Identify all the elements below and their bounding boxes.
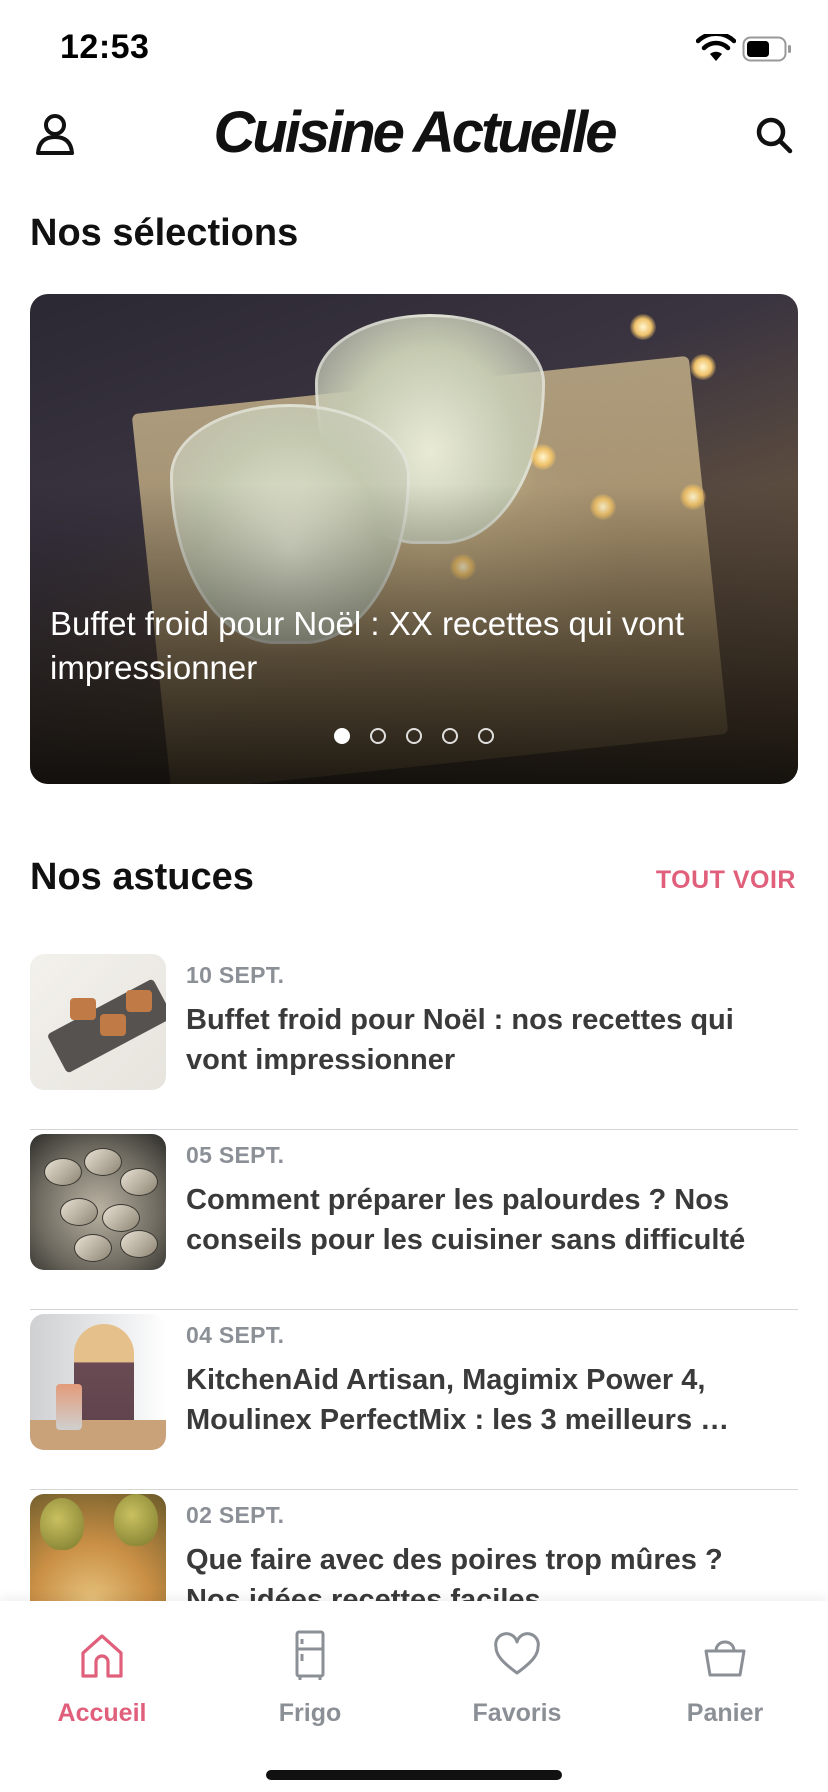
search-icon[interactable] — [752, 113, 796, 157]
status-bar: 12:53 — [0, 0, 828, 100]
app-header: Cuisine Actuelle — [0, 95, 828, 175]
hero-caption: Buffet froid pour Noël : XX recettes qui… — [50, 605, 685, 686]
pager-dot[interactable] — [406, 728, 422, 744]
tip-title: Comment préparer les palourdes ? Nos con… — [186, 1184, 746, 1256]
tip-thumbnail — [30, 1134, 166, 1270]
tab-label: Accueil — [57, 1699, 147, 1727]
fridge-icon — [295, 1630, 325, 1680]
hero-image-light — [530, 444, 556, 470]
tip-date: 02 SEPT. — [186, 1502, 285, 1528]
tips-title: Nos astuces — [30, 856, 254, 898]
pager-dot[interactable] — [442, 728, 458, 744]
tips-list: 10 SEPT. Buffet froid pour Noël : nos re… — [30, 950, 798, 1670]
hero-carousel-card[interactable]: Buffet froid pour Noël : XX recettes qui… — [30, 294, 798, 784]
tip-date: 05 SEPT. — [186, 1142, 285, 1168]
tab-label: Frigo — [278, 1699, 342, 1727]
tip-thumbnail — [30, 1314, 166, 1450]
list-item[interactable]: 10 SEPT. Buffet froid pour Noël : nos re… — [30, 950, 798, 1130]
carousel-pager[interactable] — [30, 728, 798, 744]
tab-favoris[interactable]: Favoris — [437, 1629, 597, 1728]
tab-panier[interactable]: Panier — [645, 1629, 805, 1728]
hero-image-light — [690, 354, 716, 380]
home-icon — [81, 1634, 123, 1678]
heart-icon — [494, 1632, 540, 1675]
tab-accueil[interactable]: Accueil — [22, 1629, 182, 1728]
home-indicator — [266, 1770, 562, 1780]
battery-icon — [742, 36, 791, 62]
see-all-link[interactable]: TOUT VOIR — [656, 866, 796, 895]
tip-date: 04 SEPT. — [186, 1322, 285, 1348]
bottom-tab-bar: Accueil Frigo Favoris Panier — [0, 1601, 828, 1792]
tab-frigo[interactable]: Frigo — [230, 1629, 390, 1728]
tab-label: Panier — [686, 1699, 764, 1727]
tip-date: 10 SEPT. — [186, 962, 285, 988]
wifi-icon — [696, 34, 736, 61]
tip-thumbnail — [30, 954, 166, 1090]
tip-title: Buffet froid pour Noël : nos recettes qu… — [186, 1004, 734, 1076]
pager-dot[interactable] — [334, 728, 350, 744]
list-item[interactable]: 05 SEPT. Comment préparer les palourdes … — [30, 1130, 798, 1310]
selections-title: Nos sélections — [30, 212, 299, 254]
tip-title: KitchenAid Artisan, Magimix Power 4, Mou… — [186, 1364, 746, 1436]
tab-label: Favoris — [472, 1699, 562, 1727]
basket-icon — [704, 1640, 746, 1677]
pager-dot[interactable] — [478, 728, 494, 744]
pager-dot[interactable] — [370, 728, 386, 744]
brand-logo: Cuisine Actuelle — [213, 100, 617, 165]
hero-image-light — [630, 314, 656, 340]
status-time: 12:53 — [60, 28, 150, 66]
list-item[interactable]: 04 SEPT. KitchenAid Artisan, Magimix Pow… — [30, 1310, 798, 1490]
